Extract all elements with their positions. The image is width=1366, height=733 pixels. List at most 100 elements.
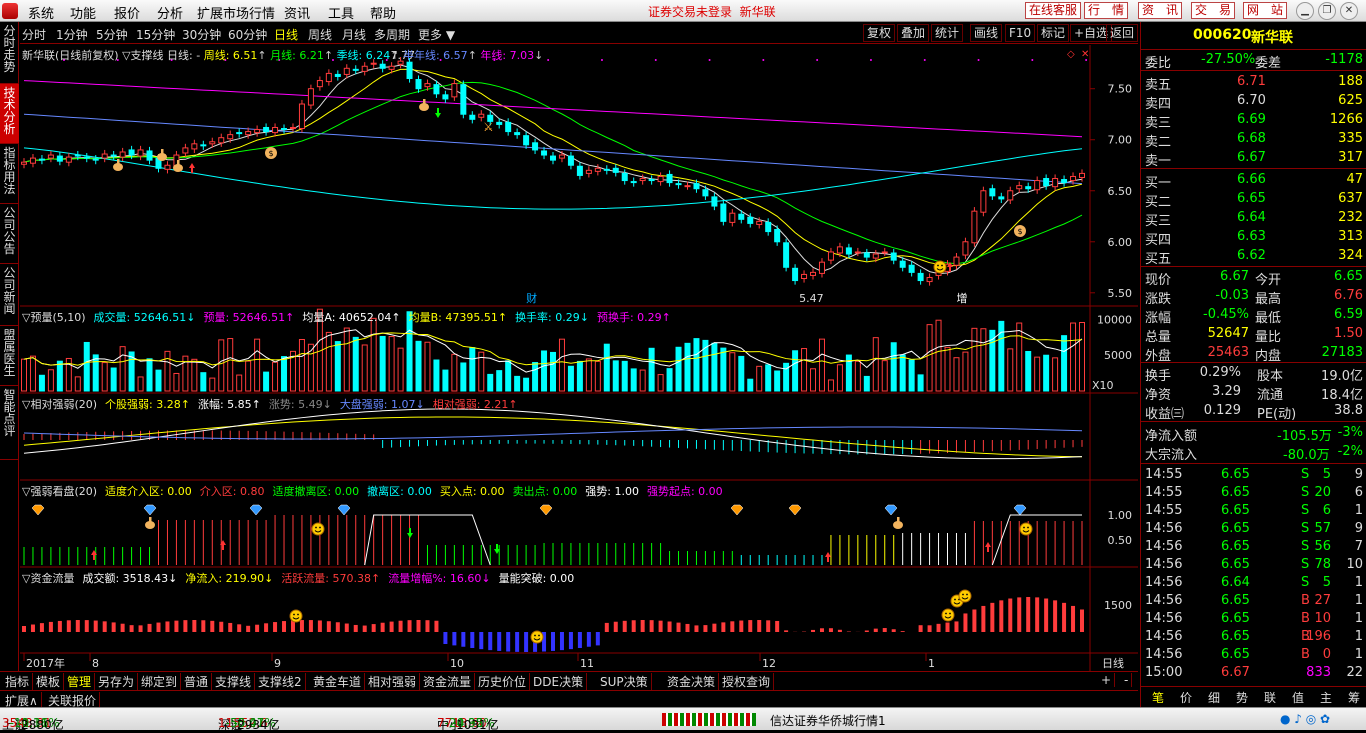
index-zx[interactable]: 中小7713.60 -24.95 -0.32% 1031亿 xyxy=(437,712,456,726)
right-tab[interactable]: 联 xyxy=(1257,689,1283,706)
period-label: 日线 xyxy=(1102,656,1124,670)
menu-quote[interactable]: 报价 xyxy=(114,3,140,22)
indicator-tab[interactable]: 黄金车道 xyxy=(310,673,365,690)
signal-dot xyxy=(655,59,657,61)
menu-help[interactable]: 帮助 xyxy=(370,3,396,22)
f10-button[interactable]: F10 xyxy=(1005,24,1035,42)
add-indicator-button[interactable]: + xyxy=(1098,673,1115,687)
sell-row[interactable]: 卖四6.70625 xyxy=(1141,92,1366,110)
period-multi[interactable]: 多周期 xyxy=(374,26,410,43)
menu-tools[interactable]: 工具 xyxy=(328,3,354,22)
date-tick: 2017年 xyxy=(26,656,65,670)
indicator-tab[interactable]: 支撑线2 xyxy=(255,673,306,690)
menu-system[interactable]: 系统 xyxy=(28,3,54,22)
indicator-tab[interactable]: 另存为 xyxy=(95,673,138,690)
tab-smart-comment[interactable]: 智能点评 xyxy=(0,386,19,460)
right-tab[interactable]: 笔 xyxy=(1145,689,1171,706)
trade-button[interactable]: 交 易 xyxy=(1191,2,1235,19)
right-tab[interactable]: 势 xyxy=(1229,689,1255,706)
menu-analysis[interactable]: 分析 xyxy=(157,3,183,22)
market-button[interactable]: 行 情 xyxy=(1084,2,1128,19)
restore-rights-button[interactable]: 复权 xyxy=(863,24,895,42)
sell-row[interactable]: 卖一6.67317 xyxy=(1141,149,1366,167)
period-15min[interactable]: 15分钟 xyxy=(136,26,175,43)
tab-company-notice[interactable]: 公司公告 xyxy=(0,204,19,264)
buy-row[interactable]: 买五6.62324 xyxy=(1141,247,1366,265)
period-more[interactable]: 更多 ▼ xyxy=(418,26,455,43)
volume-bar xyxy=(165,351,170,391)
tick-row: 14:566.65196B1 xyxy=(1141,628,1366,646)
right-tab[interactable]: 筹 xyxy=(1341,689,1366,706)
overlay-button[interactable]: 叠加 xyxy=(897,24,929,42)
menu-function[interactable]: 功能 xyxy=(70,3,96,22)
draw-line-button[interactable]: 画线 xyxy=(970,24,1002,42)
period-1min[interactable]: 1分钟 xyxy=(56,26,88,43)
mark-button[interactable]: 标记 xyxy=(1037,24,1069,42)
period-60min[interactable]: 60分钟 xyxy=(228,26,267,43)
buy-row[interactable]: 买四6.63313 xyxy=(1141,228,1366,246)
tab-technical-analysis[interactable]: 技术分析 xyxy=(0,84,19,144)
status-icons[interactable]: ● ♪ ◎ ✿ xyxy=(1280,712,1330,726)
tick-row: 14:566.6527B1 xyxy=(1141,592,1366,610)
tab-timeshare[interactable]: 分时走势 xyxy=(0,22,19,84)
candle xyxy=(1044,174,1049,189)
flow-bar xyxy=(703,625,707,632)
restore-icon[interactable]: ❐ xyxy=(1318,2,1336,20)
minimize-icon[interactable]: ▁ xyxy=(1296,2,1314,20)
volume-bar xyxy=(488,374,493,391)
candle xyxy=(299,100,304,133)
indicator-tab[interactable]: 资金流量 xyxy=(420,673,475,690)
indicator-tab[interactable]: 授权查询 xyxy=(719,673,774,690)
online-service-button[interactable]: 在线客服 xyxy=(1025,2,1081,19)
period-timeshare[interactable]: 分时 xyxy=(22,26,46,43)
right-tab[interactable]: 值 xyxy=(1285,689,1311,706)
news-button[interactable]: 资 讯 xyxy=(1138,2,1182,19)
remove-indicator-button[interactable]: - xyxy=(1121,673,1132,687)
back-button[interactable]: 返回 xyxy=(1106,24,1138,42)
period-monthly[interactable]: 月线 xyxy=(342,26,366,43)
close-icon[interactable]: ✕ xyxy=(1340,2,1358,20)
indicator-tab[interactable]: 历史价位 xyxy=(475,673,530,690)
sell-row[interactable]: 卖二6.68335 xyxy=(1141,130,1366,148)
index-sh[interactable]: 上证3548.31 -11.16 -0.31% 2880亿 xyxy=(2,712,21,726)
indicator-tab[interactable]: SUP决策 xyxy=(597,673,652,690)
volume-bar xyxy=(434,360,439,391)
candle xyxy=(613,164,618,176)
right-tab[interactable]: 价 xyxy=(1173,689,1199,706)
menu-info[interactable]: 资讯 xyxy=(284,3,310,22)
indicator-tab[interactable]: 资金决策 xyxy=(664,673,719,690)
indicator-tab[interactable]: 模板 xyxy=(33,673,64,690)
website-button[interactable]: 网 站 xyxy=(1243,2,1287,19)
candle xyxy=(30,154,35,167)
buy-row[interactable]: 买一6.6647 xyxy=(1141,171,1366,189)
index-sz[interactable]: 深证11552.6 -55.01 -0.47% 2934亿 xyxy=(218,712,237,726)
buy-row[interactable]: 买二6.65637 xyxy=(1141,190,1366,208)
period-5min[interactable]: 5分钟 xyxy=(96,26,128,43)
indicator-tab[interactable]: 管理 xyxy=(64,673,95,690)
period-30min[interactable]: 30分钟 xyxy=(182,26,221,43)
sell-row[interactable]: 卖五6.71188 xyxy=(1141,73,1366,91)
indicator-tab[interactable]: 支撑线 xyxy=(212,673,255,690)
indicator-tab[interactable]: 指标 xyxy=(2,673,33,690)
period-daily[interactable]: 日线 xyxy=(274,26,298,43)
right-tab[interactable]: 细 xyxy=(1201,689,1227,706)
flow-bar xyxy=(219,622,223,632)
tab-company-news[interactable]: 公司新闻 xyxy=(0,264,19,326)
menu-ext-market[interactable]: 扩展市场行情 xyxy=(197,3,275,22)
flow-bar xyxy=(1053,600,1057,632)
tab-stock-doctor[interactable]: 盟属医生 xyxy=(0,326,19,386)
sell-row[interactable]: 卖三6.691266 xyxy=(1141,111,1366,129)
indicator-tab[interactable]: 普通 xyxy=(181,673,212,690)
right-tab[interactable]: 主 xyxy=(1313,689,1339,706)
tab-indicator-usage[interactable]: 指标用法 xyxy=(0,144,19,204)
fund-row: 换手0.29%股本19.0亿 xyxy=(1141,364,1366,382)
indicator-tab[interactable]: 绑定到 xyxy=(138,673,181,690)
indicator-tab[interactable]: DDE决策 xyxy=(530,673,587,690)
flow-bar xyxy=(865,630,869,632)
indicator-tab[interactable]: 相对强弱 xyxy=(365,673,420,690)
period-weekly[interactable]: 周线 xyxy=(308,26,332,43)
buy-row[interactable]: 买三6.64232 xyxy=(1141,209,1366,227)
statistics-button[interactable]: 统计 xyxy=(931,24,963,42)
volume-title: ▽预量(5,10)成交量: 52646.51↓预量: 52646.51↑均量A:… xyxy=(22,309,671,325)
candle xyxy=(909,261,914,276)
